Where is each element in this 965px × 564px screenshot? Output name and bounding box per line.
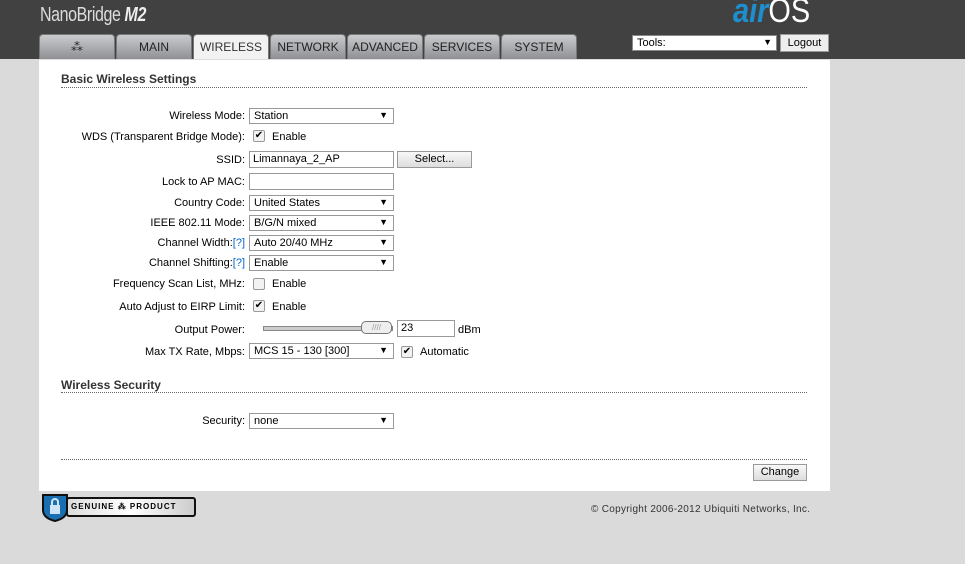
logout-button[interactable]: Logout — [780, 34, 829, 52]
ssid-select-button[interactable]: Select... — [397, 151, 472, 168]
section-title-security: Wireless Security — [61, 378, 161, 392]
ubiquiti-logo-icon: ⁂ — [71, 40, 83, 54]
ssid-label: SSID: — [216, 154, 245, 166]
dropdown-arrow-icon: ▼ — [379, 237, 388, 247]
wds-label: WDS (Transparent Bridge Mode): — [81, 131, 245, 143]
dropdown-arrow-icon: ▼ — [379, 415, 388, 425]
channel-width-label: Channel Width:[?] — [158, 237, 245, 249]
freq-scan-label: Frequency Scan List, MHz: — [112, 278, 245, 290]
wireless-mode-label: Wireless Mode: — [169, 110, 245, 122]
tab-services[interactable]: SERVICES — [424, 34, 500, 59]
freq-scan-checkbox[interactable] — [253, 278, 265, 290]
tab-wireless[interactable]: WIRELESS — [193, 34, 269, 60]
eirp-checkbox[interactable]: ✔ — [253, 300, 265, 312]
divider — [61, 392, 807, 393]
country-select[interactable]: United States ▼ — [249, 195, 394, 211]
eirp-enable-label: Enable — [272, 301, 307, 313]
tab-system[interactable]: SYSTEM — [501, 34, 577, 59]
logo-air: air — [733, 0, 769, 30]
dropdown-arrow-icon: ▼ — [379, 197, 388, 207]
channel-width-help-link[interactable]: [?] — [233, 237, 245, 249]
output-power-unit: dBm — [458, 324, 481, 336]
country-label: Country Code: — [174, 197, 245, 209]
content-panel: Basic Wireless Settings Wireless Mode: S… — [39, 59, 830, 491]
tools-value: Tools: — [637, 37, 666, 49]
badge-label: GENUINE ⁂ PRODUCT — [66, 497, 196, 517]
select-value: MCS 15 - 130 [300] — [254, 345, 350, 357]
genuine-product-badge: GENUINE ⁂ PRODUCT — [40, 492, 198, 522]
brand-name: NanoBridge — [40, 4, 121, 26]
channel-width-select[interactable]: Auto 20/40 MHz ▼ — [249, 235, 394, 251]
output-power-input[interactable]: 23 — [397, 320, 455, 337]
header-bar: NanoBridge M2 airOS ⁂ MAIN WIRELESS NETW… — [0, 0, 965, 60]
max-tx-label: Max TX Rate, Mbps: — [144, 346, 245, 358]
brand-model: M2 — [124, 4, 147, 26]
tab-network[interactable]: NETWORK — [270, 34, 346, 59]
dropdown-arrow-icon: ▼ — [379, 345, 388, 355]
badge-left-text: GENUINE — [71, 502, 115, 511]
select-value: Auto 20/40 MHz — [254, 237, 333, 249]
max-tx-automatic-checkbox[interactable]: ✔ — [401, 346, 413, 358]
dropdown-arrow-icon: ▼ — [379, 110, 388, 120]
lock-mac-input[interactable] — [249, 173, 394, 190]
lock-mac-label: Lock to AP MAC: — [162, 176, 245, 188]
label-text: Channel Width: — [157, 237, 233, 249]
tab-advanced[interactable]: ADVANCED — [347, 34, 423, 59]
wds-enable-label: Enable — [272, 131, 307, 143]
dropdown-arrow-icon: ▼ — [763, 37, 772, 47]
wds-checkbox[interactable]: ✔ — [253, 130, 265, 142]
ieee-mode-select[interactable]: B/G/N mixed ▼ — [249, 215, 394, 231]
divider — [61, 87, 807, 88]
select-value: Enable — [254, 257, 289, 269]
airos-logo: airOS — [733, 0, 810, 31]
change-button[interactable]: Change — [753, 464, 807, 481]
tab-home-logo[interactable]: ⁂ — [39, 34, 115, 59]
ubiquiti-logo-icon: ⁂ — [117, 502, 127, 511]
output-power-label: Output Power: — [174, 324, 245, 336]
label-text: Channel Shifting: — [148, 257, 233, 269]
tab-main[interactable]: MAIN — [116, 34, 192, 59]
tools-select[interactable]: Tools: ▼ — [632, 35, 777, 51]
eirp-label: Auto Adjust to EIRP Limit: — [119, 301, 245, 313]
logo-os: OS — [768, 0, 811, 30]
security-label: Security: — [202, 415, 245, 427]
ssid-input[interactable]: Limannaya_2_AP — [249, 151, 394, 168]
channel-shifting-select[interactable]: Enable ▼ — [249, 255, 394, 271]
ieee-mode-label: IEEE 802.11 Mode: — [150, 217, 245, 229]
dropdown-arrow-icon: ▼ — [379, 257, 388, 267]
max-tx-select[interactable]: MCS 15 - 130 [300] ▼ — [249, 343, 394, 359]
badge-right-text: PRODUCT — [129, 502, 177, 511]
freq-scan-enable-label: Enable — [272, 278, 307, 290]
dropdown-arrow-icon: ▼ — [379, 217, 388, 227]
security-select[interactable]: none ▼ — [249, 413, 394, 429]
channel-shifting-label: Channel Shifting:[?] — [149, 257, 245, 269]
wireless-mode-select[interactable]: Station ▼ — [249, 108, 394, 124]
device-brand: NanoBridge M2 — [40, 4, 146, 27]
max-tx-automatic-label: Automatic — [420, 346, 469, 358]
select-value: none — [254, 415, 279, 427]
channel-shifting-help-link[interactable]: [?] — [233, 257, 245, 269]
select-value: Station — [254, 110, 289, 122]
copyright: © Copyright 2006-2012 Ubiquiti Networks,… — [591, 504, 811, 515]
section-title-basic: Basic Wireless Settings — [61, 72, 197, 86]
select-value: United States — [254, 197, 321, 209]
select-value: B/G/N mixed — [254, 217, 317, 229]
slider-handle[interactable]: //// — [361, 321, 392, 334]
divider — [61, 459, 807, 460]
